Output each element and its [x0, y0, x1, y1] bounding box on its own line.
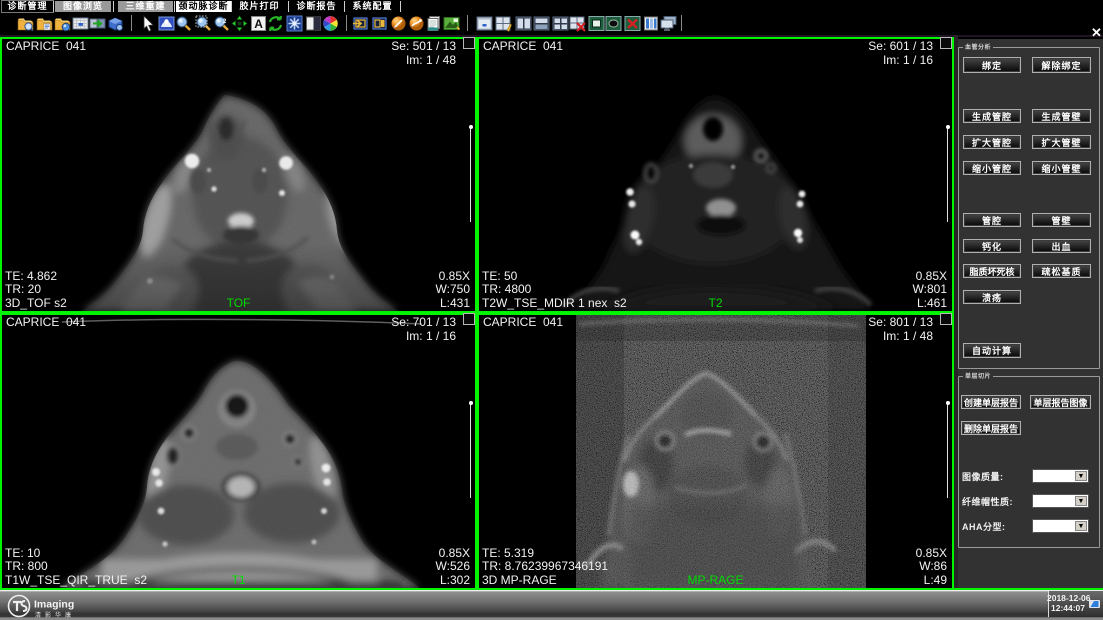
svg-text:清影华康: 清影华康: [35, 611, 75, 619]
svg-text:2: 2: [223, 19, 227, 25]
svg-text:Imaging: Imaging: [34, 599, 74, 611]
svg-text:A: A: [254, 17, 263, 31]
